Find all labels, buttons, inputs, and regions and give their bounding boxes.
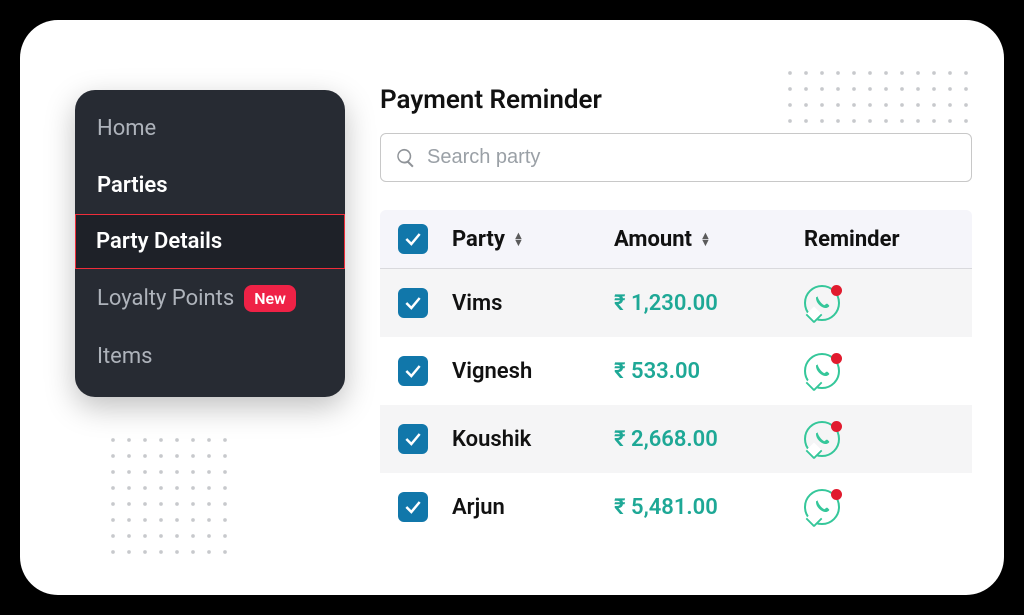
- sort-icon: ▲▼: [513, 233, 524, 246]
- table-row: Vignesh ₹ 533.00: [380, 337, 972, 405]
- table-row: Koushik ₹ 2,668.00: [380, 405, 972, 473]
- party-name: Vims: [452, 291, 614, 316]
- check-icon: [403, 229, 423, 249]
- whatsapp-reminder-button[interactable]: [804, 353, 840, 389]
- sidebar: Home Parties Party Details Loyalty Point…: [75, 90, 345, 397]
- column-header-party[interactable]: Party ▲▼: [452, 227, 614, 252]
- sidebar-item-items[interactable]: Items: [75, 328, 345, 385]
- column-label: Reminder: [804, 227, 900, 252]
- sidebar-item-parties[interactable]: Parties: [75, 157, 345, 214]
- whatsapp-reminder-button[interactable]: [804, 421, 840, 457]
- amount-value: ₹ 533.00: [614, 359, 804, 384]
- sort-icon: ▲▼: [700, 233, 711, 246]
- row-checkbox[interactable]: [398, 424, 428, 454]
- decorative-dots: [105, 432, 233, 560]
- search-box[interactable]: [380, 133, 972, 182]
- row-checkbox[interactable]: [398, 356, 428, 386]
- search-input[interactable]: [427, 146, 957, 169]
- party-name: Koushik: [452, 427, 614, 452]
- party-name: Vignesh: [452, 359, 614, 384]
- table-row: Arjun ₹ 5,481.00: [380, 473, 972, 541]
- whatsapp-reminder-button[interactable]: [804, 489, 840, 525]
- check-icon: [403, 429, 423, 449]
- amount-value: ₹ 2,668.00: [614, 427, 804, 452]
- table-row: Vims ₹ 1,230.00: [380, 269, 972, 337]
- sidebar-item-party-details[interactable]: Party Details: [75, 214, 345, 269]
- main-panel: Payment Reminder Party ▲▼ Amount ▲▼: [380, 85, 972, 541]
- column-label: Amount: [614, 227, 692, 252]
- app-card: Home Parties Party Details Loyalty Point…: [20, 20, 1004, 595]
- search-icon: [395, 147, 417, 169]
- whatsapp-reminder-button[interactable]: [804, 285, 840, 321]
- reminders-table: Party ▲▼ Amount ▲▼ Reminder Vims ₹ 1,230…: [380, 210, 972, 541]
- party-name: Arjun: [452, 495, 614, 520]
- column-label: Party: [452, 227, 505, 252]
- check-icon: [403, 293, 423, 313]
- table-header: Party ▲▼ Amount ▲▼ Reminder: [380, 210, 972, 269]
- row-checkbox[interactable]: [398, 288, 428, 318]
- sidebar-item-label: Loyalty Points: [97, 286, 234, 311]
- page-title: Payment Reminder: [380, 85, 972, 115]
- sidebar-item-loyalty-points[interactable]: Loyalty Points New: [75, 269, 345, 328]
- amount-value: ₹ 1,230.00: [614, 291, 804, 316]
- select-all-checkbox[interactable]: [398, 224, 428, 254]
- sidebar-item-home[interactable]: Home: [75, 100, 345, 157]
- amount-value: ₹ 5,481.00: [614, 495, 804, 520]
- column-header-reminder: Reminder: [804, 227, 954, 252]
- column-header-amount[interactable]: Amount ▲▼: [614, 227, 804, 252]
- row-checkbox[interactable]: [398, 492, 428, 522]
- check-icon: [403, 497, 423, 517]
- check-icon: [403, 361, 423, 381]
- new-badge: New: [244, 285, 296, 312]
